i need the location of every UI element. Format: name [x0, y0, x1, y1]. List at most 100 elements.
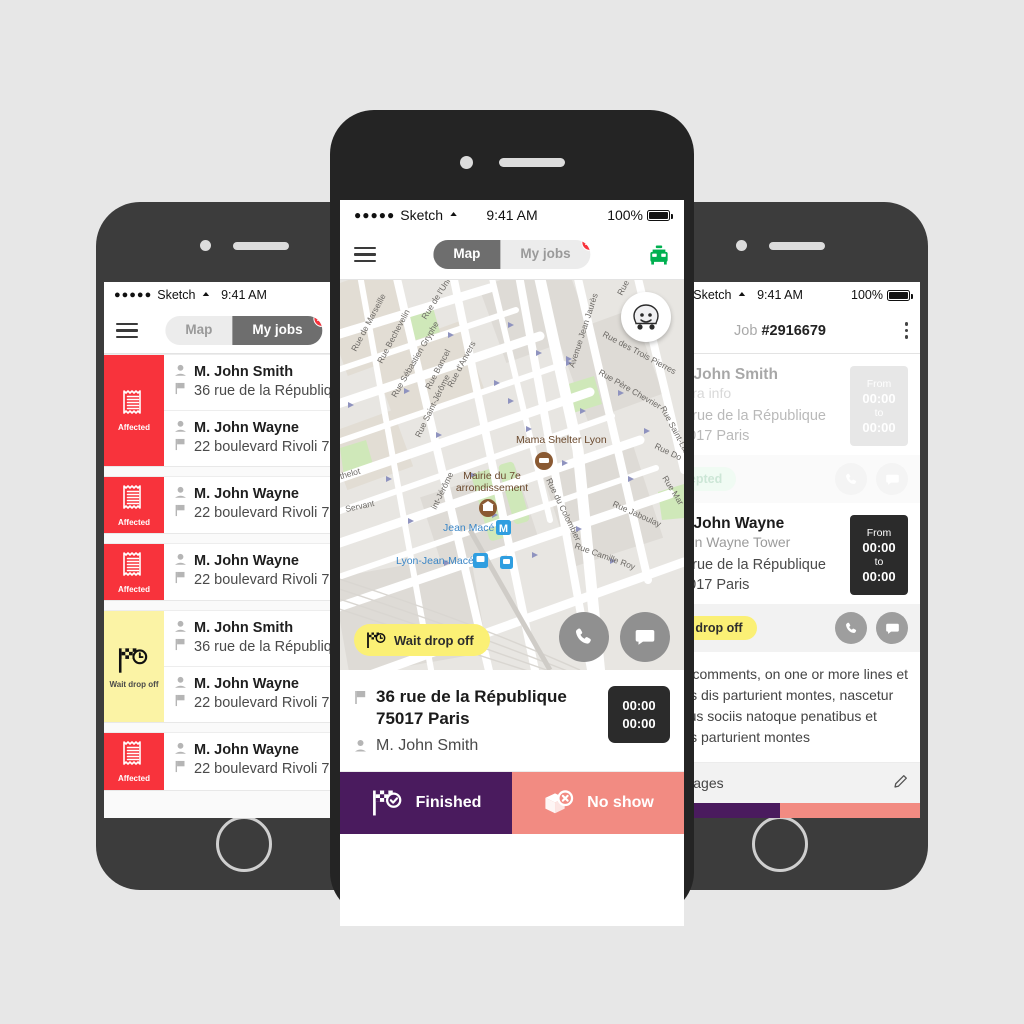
front-camera-icon: [459, 156, 473, 169]
stop-time-from-label: From: [866, 377, 892, 390]
job-status-column: Wait drop off: [104, 611, 164, 723]
flag-clock-icon: [367, 632, 386, 648]
stop-time-from: 00:00: [862, 390, 896, 406]
wifi-icon: [448, 210, 461, 220]
job-row-address: 22 boulevard Rivoli 750.: [194, 505, 350, 521]
chat-icon: [635, 630, 655, 645]
flag-icon: [355, 691, 366, 704]
stop-address-line1: 36 rue de la République: [672, 557, 826, 573]
call-button[interactable]: [835, 463, 867, 495]
svg-text:Jean Macé: Jean Macé: [443, 522, 495, 534]
job-status-column: Affected: [104, 733, 164, 790]
phone-icon: [845, 622, 856, 633]
person-icon: [174, 620, 187, 636]
no-show-button[interactable]: No show: [512, 772, 684, 835]
person-icon: [174, 486, 187, 502]
hamburger-menu-icon[interactable]: [354, 246, 376, 263]
flag-icon: [175, 504, 185, 516]
stop-address-line1: 36 rue de la République: [672, 408, 826, 424]
carrier-label: Sketch: [693, 288, 732, 302]
stop-time-to: 00:00: [862, 419, 896, 435]
clock-label: 9:41 AM: [757, 288, 803, 302]
no-show-button[interactable]: No show: [780, 803, 920, 818]
job-row-address: 22 boulevard Rivoli 750.: [194, 439, 350, 455]
stop-time-box: From 00:00 to 00:00: [850, 515, 908, 595]
phone-center-device: ●●●●● Sketch 9:41 AM 100% Map My jobs 12: [330, 110, 694, 926]
job-status-label: Affected: [117, 585, 150, 595]
pencil-icon[interactable]: [893, 774, 908, 792]
stop-subtitle: John Wayne Tower: [672, 534, 791, 550]
detail-time-box: 00:00 00:00: [608, 686, 670, 743]
call-button[interactable]: [835, 612, 867, 644]
job-row-name: M. John Wayne: [194, 486, 299, 502]
message-button[interactable]: [876, 463, 908, 495]
kebab-menu-icon[interactable]: [904, 322, 908, 339]
home-button[interactable]: [216, 816, 272, 872]
front-camera-icon: [735, 240, 747, 251]
signal-dots-icon: ●●●●●: [354, 208, 396, 222]
phone-icon: [845, 473, 856, 484]
front-camera-icon: [199, 240, 211, 251]
job-status-pill[interactable]: Wait drop off: [354, 624, 490, 656]
job-detail-panel: 36 rue de la République 75017 Paris M. J…: [340, 670, 684, 773]
clock-label: 9:41 AM: [221, 288, 267, 302]
tab-my-jobs[interactable]: My jobs: [500, 240, 590, 268]
clock-label: 9:41 AM: [486, 207, 538, 223]
waze-ghost-icon: [633, 304, 659, 330]
home-button[interactable]: [752, 816, 808, 872]
job-status-column: Affected: [104, 477, 164, 534]
view-segmented-control[interactable]: Map My jobs 12: [165, 316, 323, 345]
chat-icon: [885, 623, 899, 634]
earpiece-speaker: [232, 241, 289, 250]
carrier-label: Sketch: [400, 207, 444, 223]
job-status-label: Affected: [117, 774, 150, 784]
job-status-label: Wait drop off: [109, 679, 159, 689]
stop-time-to-label: to: [874, 406, 884, 419]
map-action-buttons: [559, 612, 670, 662]
taxi-icon[interactable]: [648, 244, 670, 265]
message-button[interactable]: [876, 612, 908, 644]
svg-text:Lyon-Jean-Macé: Lyon-Jean-Macé: [396, 555, 474, 567]
tab-map[interactable]: Map: [433, 240, 501, 269]
flag-icon: [174, 382, 187, 398]
flag-icon: [175, 571, 185, 583]
hamburger-menu-icon[interactable]: [116, 322, 138, 339]
flag-icon: [174, 504, 187, 520]
flag-icon: [175, 382, 185, 394]
earpiece-assembly: [330, 156, 694, 169]
job-status-pill-label: Wait drop off: [394, 632, 474, 648]
message-button[interactable]: [620, 612, 670, 662]
person-icon: [175, 743, 186, 755]
tab-map[interactable]: Map: [165, 316, 232, 344]
wifi-icon: [736, 290, 749, 300]
job-title-number: #2916679: [761, 322, 826, 339]
flag-icon: [174, 571, 187, 587]
job-row-address: 36 rue de la Républiqu..: [194, 639, 348, 656]
view-segmented-control[interactable]: Map My jobs 12: [433, 240, 591, 269]
job-row-name: M. John Smith: [194, 364, 294, 380]
flag-icon: [175, 760, 185, 772]
person-icon: [175, 420, 186, 432]
finished-button[interactable]: Finished: [340, 772, 512, 835]
job-status-label: Affected: [117, 423, 150, 433]
detail-address-line1: 36 rue de la République: [376, 687, 567, 706]
earpiece-speaker: [768, 241, 825, 250]
stop-time-from: 00:00: [862, 539, 896, 555]
flag-icon: [174, 638, 187, 654]
center-action-bar: Finished No show: [340, 772, 684, 835]
flag-icon: [175, 438, 185, 450]
detail-address-line2: 75017 Paris: [376, 709, 470, 729]
flag-icon: [175, 694, 185, 706]
flag-icon: [174, 438, 187, 454]
person-icon: [174, 676, 187, 692]
tab-my-jobs[interactable]: My jobs: [232, 316, 323, 345]
stop-subtitle: Extra info: [672, 385, 732, 401]
map-view[interactable]: Rue de Marseille Rue Bechevelin Rue de l…: [340, 280, 684, 670]
battery-full-icon: [887, 289, 913, 301]
svg-text:arrondissement: arrondissement: [456, 482, 528, 494]
waze-button[interactable]: [621, 292, 671, 342]
flag-clock-icon: [118, 648, 148, 673]
finished-label: Finished: [415, 794, 482, 812]
call-button[interactable]: [559, 612, 609, 662]
job-status-column: Affected: [104, 544, 164, 601]
